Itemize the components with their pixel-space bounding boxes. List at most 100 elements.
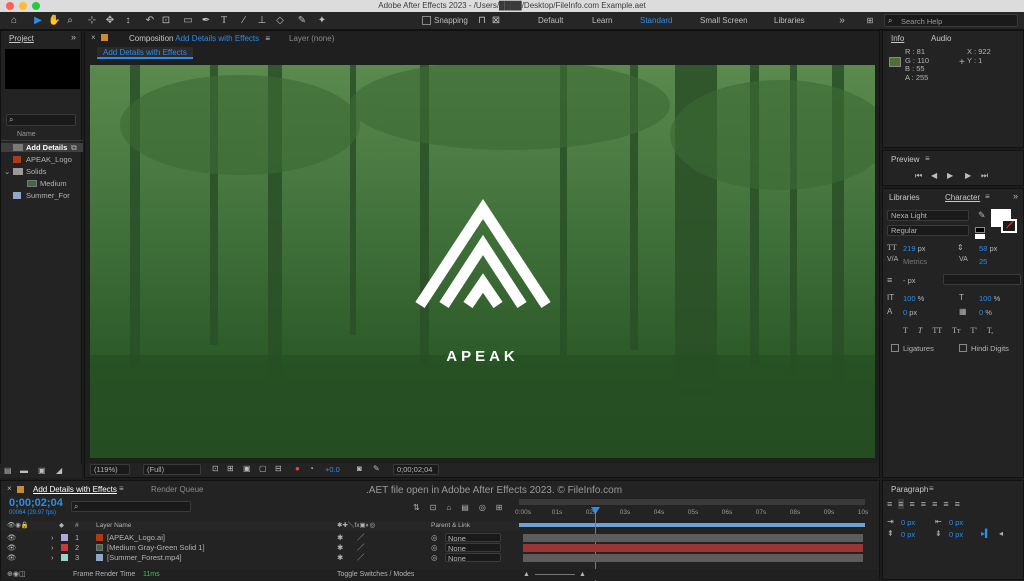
- faux-italic-button[interactable]: T: [918, 326, 922, 335]
- snap-features-icon[interactable]: ⊠: [490, 15, 502, 27]
- graph-editor-icon[interactable]: ⊞: [496, 503, 503, 512]
- font-size-value[interactable]: 219 px: [903, 244, 926, 253]
- layer-duration-bar[interactable]: [523, 554, 863, 562]
- exposure-value[interactable]: +0.0: [325, 465, 340, 474]
- workspace-libraries[interactable]: Libraries: [774, 16, 805, 25]
- justify-last-center-icon[interactable]: ≡: [932, 499, 937, 509]
- orbit-camera-icon[interactable]: ⊹: [86, 15, 98, 27]
- next-frame-icon[interactable]: ▶: [965, 171, 971, 181]
- menu-icon[interactable]: ≡: [119, 484, 124, 493]
- zoom-tool-icon[interactable]: ⌕: [64, 15, 76, 27]
- render-queue-tab[interactable]: Render Queue: [151, 485, 203, 494]
- menu-icon[interactable]: ≡: [929, 484, 934, 493]
- info-tab[interactable]: Info: [891, 34, 904, 43]
- project-tab[interactable]: Project: [9, 34, 34, 43]
- workspace-learn[interactable]: Learn: [592, 16, 612, 25]
- baseline-shift-value[interactable]: 0 px: [903, 308, 917, 317]
- stroke-width-value[interactable]: - px: [903, 276, 916, 285]
- pickwhip-icon[interactable]: ◎: [431, 533, 438, 542]
- work-area-range[interactable]: [519, 523, 865, 527]
- shy-layers-icon[interactable]: ⌂: [446, 503, 451, 512]
- dolly-camera-icon[interactable]: ↕: [122, 15, 134, 27]
- menu-icon[interactable]: ≡: [925, 154, 930, 163]
- font-style-dropdown[interactable]: Regular: [887, 225, 969, 236]
- quality-icon[interactable]: ／: [357, 553, 365, 562]
- layer-row[interactable]: 👁 › 3 [Summer_Forest.mp4] ✱ ／ ◎ None: [1, 553, 519, 563]
- zoom-slider[interactable]: [535, 574, 575, 575]
- collapse-transform-icon[interactable]: ✱: [337, 543, 343, 552]
- project-item[interactable]: ⌄ Solids: [1, 167, 83, 176]
- quality-icon[interactable]: ／: [357, 533, 365, 542]
- pen-tool-icon[interactable]: ✒: [200, 15, 212, 27]
- snapping-checkbox[interactable]: [422, 16, 431, 25]
- visibility-eye-icon[interactable]: 👁: [7, 533, 17, 542]
- workspace-menu-icon[interactable]: ⊞: [864, 15, 876, 27]
- visibility-eye-icon[interactable]: 👁: [7, 543, 17, 552]
- justify-last-left-icon[interactable]: ≡: [921, 499, 926, 509]
- collapse-transform-icon[interactable]: ✱: [337, 533, 343, 542]
- workspace-default[interactable]: Default: [538, 16, 563, 25]
- close-icon[interactable]: ×: [7, 484, 12, 493]
- timeline-tab[interactable]: Add Details with Effects: [33, 485, 117, 494]
- layer-search-field[interactable]: ⌕: [71, 501, 191, 512]
- paragraph-tab[interactable]: Paragraph: [891, 485, 928, 494]
- indent-first-line-value[interactable]: 0 px: [949, 518, 963, 527]
- chevron-down-icon[interactable]: ⌄: [4, 167, 10, 176]
- pickwhip-icon[interactable]: ◎: [431, 543, 438, 552]
- space-before-value[interactable]: 0 px: [901, 530, 915, 539]
- layer-switches-toggle-icon[interactable]: ⊕◉◫: [7, 569, 26, 580]
- libraries-tab[interactable]: Libraries: [889, 193, 920, 202]
- close-icon[interactable]: ×: [91, 33, 96, 42]
- parent-dropdown[interactable]: None: [445, 553, 501, 563]
- menu-icon[interactable]: ≡: [265, 34, 270, 43]
- last-frame-icon[interactable]: ⏭: [981, 171, 988, 181]
- color-channel-icon[interactable]: ●: [295, 464, 300, 474]
- quality-icon[interactable]: ／: [357, 543, 365, 552]
- zoom-window-button[interactable]: [32, 2, 40, 10]
- new-folder-icon[interactable]: ▬: [20, 466, 28, 476]
- minimize-window-button[interactable]: [19, 2, 27, 10]
- new-composition-icon[interactable]: ▣: [38, 466, 46, 476]
- small-caps-button[interactable]: Tт: [952, 326, 960, 335]
- chevron-right-icon[interactable]: ›: [51, 533, 54, 542]
- zoom-out-icon[interactable]: ▲: [523, 569, 530, 580]
- reset-exposure-icon[interactable]: ◔: [309, 464, 314, 474]
- toggle-switches-modes-button[interactable]: Toggle Switches / Modes: [337, 569, 414, 580]
- previous-frame-icon[interactable]: ◀: [931, 171, 937, 181]
- pan-camera-icon[interactable]: ✥: [104, 15, 116, 27]
- selection-tool-icon[interactable]: ▶: [32, 15, 44, 27]
- rectangle-tool-icon[interactable]: ▭: [182, 15, 194, 27]
- composition-viewer[interactable]: APEAK: [90, 65, 875, 458]
- play-icon[interactable]: ▶: [947, 171, 953, 181]
- vertical-scale-value[interactable]: 100 %: [903, 294, 924, 303]
- layer-row[interactable]: 👁 › 1 [APEAK_Logo.ai] ✱ ／ ◎ None: [1, 533, 519, 543]
- layer-name[interactable]: [Medium Gray-Green Solid 1]: [107, 543, 205, 552]
- chevron-right-icon[interactable]: ›: [51, 543, 54, 552]
- 3d-view-icon[interactable]: ⊟: [275, 464, 282, 474]
- subscript-button[interactable]: T,: [987, 326, 993, 335]
- region-of-interest-icon[interactable]: ⊡: [212, 464, 219, 474]
- mask-visibility-icon[interactable]: ▣: [243, 464, 251, 474]
- draft-3d-icon[interactable]: ⊡: [430, 503, 437, 512]
- snap-edges-icon[interactable]: ⊓: [476, 15, 488, 27]
- space-after-value[interactable]: 0 px: [949, 530, 963, 539]
- hindi-digits-checkbox[interactable]: [959, 344, 967, 352]
- label-color[interactable]: [61, 534, 68, 541]
- layer-duration-bar[interactable]: [523, 534, 863, 542]
- align-left-icon[interactable]: ≡: [887, 499, 892, 509]
- layer-row[interactable]: 👁 › 2 [Medium Gray-Green Solid 1] ✱ ／ ◎ …: [1, 543, 519, 553]
- parent-dropdown[interactable]: None: [445, 543, 501, 553]
- first-frame-icon[interactable]: ⏮: [915, 171, 922, 181]
- justify-all-icon[interactable]: ≡: [955, 499, 960, 509]
- viewer-timecode[interactable]: 0;00;02;04: [393, 464, 439, 475]
- align-center-icon[interactable]: ≡: [898, 499, 904, 509]
- hand-tool-icon[interactable]: ✋: [48, 15, 60, 27]
- tsume-value[interactable]: 0 %: [979, 308, 992, 317]
- horizontal-scale-value[interactable]: 100 %: [979, 294, 1000, 303]
- black-swatch[interactable]: [975, 227, 985, 233]
- type-tool-icon[interactable]: T: [218, 15, 230, 27]
- trash-icon[interactable]: ◢: [56, 466, 62, 476]
- panel-overflow-icon[interactable]: »: [1013, 191, 1018, 201]
- work-area-bar[interactable]: [519, 499, 865, 505]
- eyedropper-icon[interactable]: ✎: [978, 210, 986, 221]
